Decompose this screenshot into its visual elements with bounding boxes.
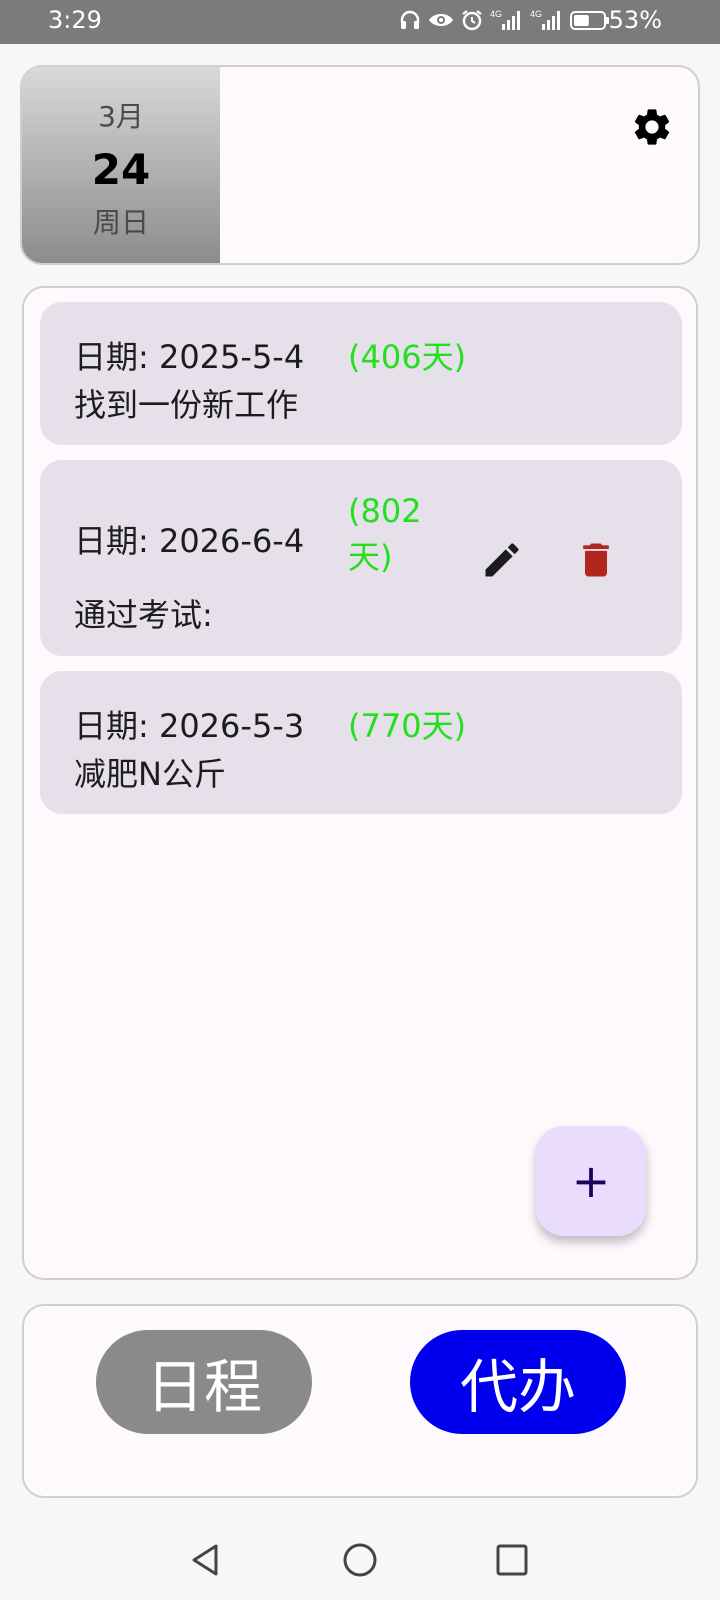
- edit-button[interactable]: [480, 538, 524, 582]
- date-day: 24: [91, 145, 151, 194]
- alarm-icon: [462, 10, 482, 31]
- bottom-tabs-card: 日程 代办: [22, 1304, 698, 1498]
- date-tile: 3月 24 周日: [22, 67, 220, 263]
- todo-item[interactable]: 日期: 2025-5-4 (406天) 找到一份新工作: [40, 302, 682, 445]
- todo-days-remaining: (406天): [348, 338, 467, 376]
- add-todo-button[interactable]: +: [536, 1126, 646, 1236]
- todo-title: 减肥N公斤: [74, 755, 226, 793]
- pencil-icon: [485, 543, 519, 577]
- date-month: 3月: [98, 100, 144, 133]
- todo-date: 日期: 2026-6-4: [74, 522, 305, 560]
- home-button[interactable]: [332, 1532, 388, 1588]
- todo-title: 找到一份新工作: [74, 386, 299, 424]
- todo-days-remaining: (802天): [348, 492, 422, 576]
- battery-icon: [570, 11, 609, 30]
- gear-icon: [634, 109, 670, 145]
- todo-list-card: 日期: 2025-5-4 (406天) 找到一份新工作 日期: 2026-6-4…: [22, 286, 698, 1280]
- tab-schedule[interactable]: 日程: [96, 1330, 312, 1434]
- status-bar: 3:29 4G 4G 53%: [0, 0, 720, 44]
- network-label-1: 4G: [490, 9, 502, 19]
- todo-item[interactable]: 日期: 2026-6-4 (802天) 通过考试:: [40, 460, 682, 656]
- signal-4g-icon: 4G: [490, 9, 520, 30]
- todo-item[interactable]: 日期: 2026-5-3 (770天) 减肥N公斤: [40, 671, 682, 814]
- settings-button[interactable]: [627, 102, 677, 152]
- todo-days-remaining: (770天): [348, 707, 467, 745]
- date-weekday: 周日: [92, 206, 149, 239]
- back-icon: [192, 1544, 218, 1576]
- tab-todo[interactable]: 代办: [410, 1330, 626, 1434]
- eye-icon: [429, 14, 453, 26]
- trash-icon: [583, 543, 609, 577]
- signal-4g-icon: 4G: [530, 9, 560, 30]
- recents-button[interactable]: [484, 1532, 540, 1588]
- plus-icon: +: [571, 1154, 611, 1208]
- network-label-2: 4G: [530, 9, 542, 19]
- battery-percent: 53%: [608, 6, 662, 34]
- recents-icon: [496, 1544, 528, 1576]
- system-nav-bar: [0, 1520, 720, 1600]
- delete-button[interactable]: [574, 538, 618, 582]
- todo-date: 日期: 2026-5-3: [74, 707, 305, 745]
- todo-title: 通过考试:: [74, 596, 213, 634]
- header-card: 3月 24 周日: [20, 65, 700, 265]
- headphones-icon: [400, 10, 420, 29]
- back-button[interactable]: [178, 1532, 234, 1588]
- home-icon: [343, 1543, 377, 1577]
- todo-date: 日期: 2025-5-4: [74, 338, 305, 376]
- status-icons: 4G 4G: [398, 8, 610, 32]
- status-time: 3:29: [48, 6, 102, 34]
